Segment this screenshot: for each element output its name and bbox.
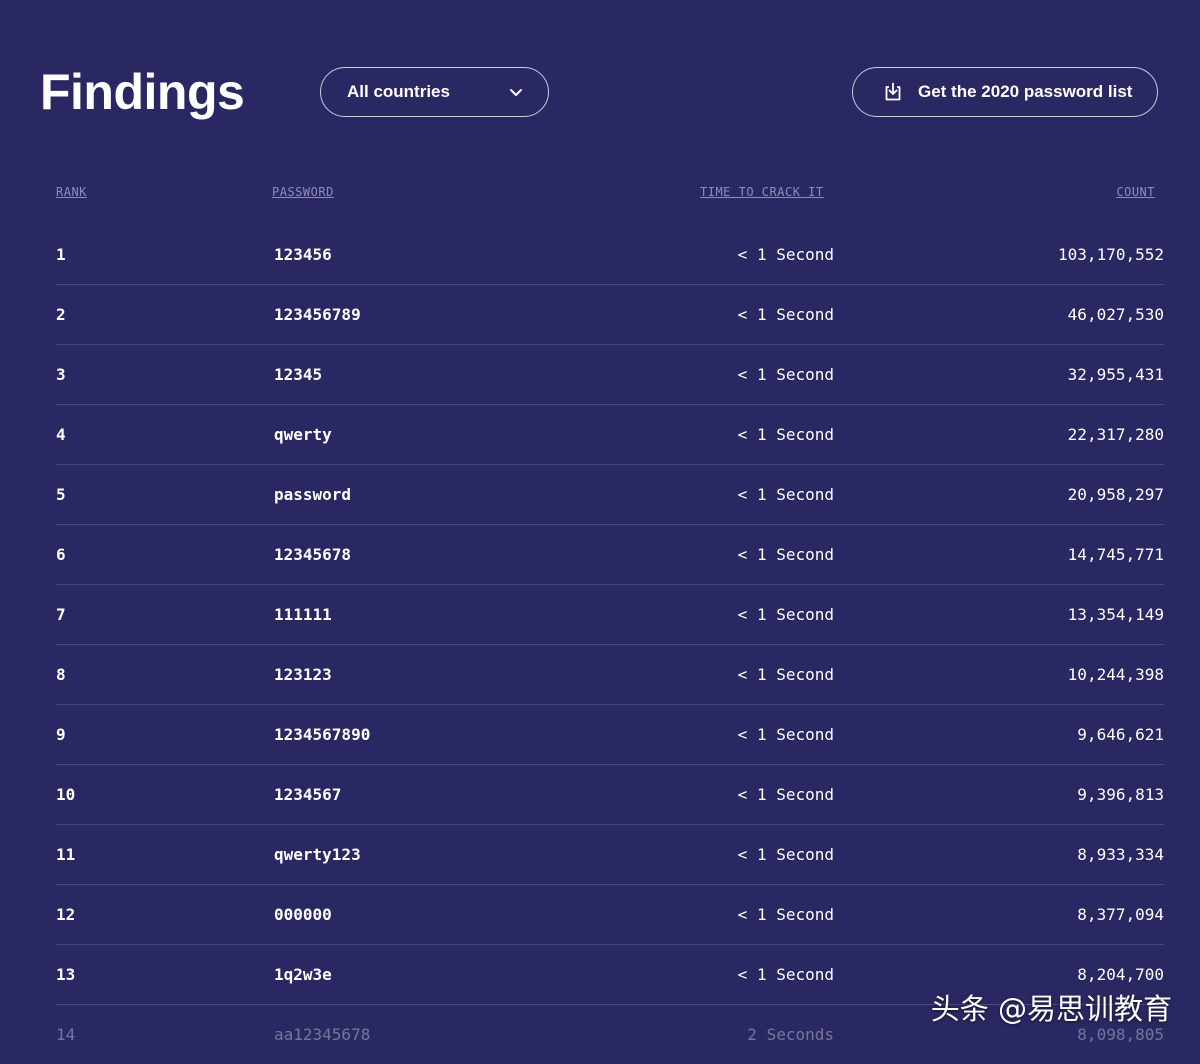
column-header-password[interactable]: PASSWORD xyxy=(272,185,334,199)
table-row: 2 123456789 < 1 Second 46,027,530 xyxy=(56,285,1164,345)
password-cell: 1q2w3e xyxy=(274,965,332,984)
page-title: Findings xyxy=(40,64,245,120)
password-cell: password xyxy=(274,485,352,504)
time-cell: < 1 Second xyxy=(737,785,834,804)
rank-cell: 4 xyxy=(56,425,66,444)
table-row: 5 password < 1 Second 20,958,297 xyxy=(56,465,1164,525)
download-button-label: Get the 2020 password list xyxy=(918,82,1133,101)
count-cell: 9,396,813 xyxy=(1077,785,1164,804)
table-row: 4 qwerty < 1 Second 22,317,280 xyxy=(56,405,1164,465)
time-cell: < 1 Second xyxy=(737,485,834,504)
table-row: 7 111111 < 1 Second 13,354,149 xyxy=(56,585,1164,645)
count-cell: 103,170,552 xyxy=(1058,245,1164,264)
count-cell: 10,244,398 xyxy=(1067,665,1164,684)
time-cell: 2 Seconds xyxy=(747,1025,834,1044)
download-password-list-button[interactable]: Get the 2020 password list xyxy=(852,67,1158,117)
rank-cell: 8 xyxy=(56,665,66,684)
rank-cell: 9 xyxy=(56,725,66,744)
time-cell: < 1 Second xyxy=(737,905,834,924)
rank-cell: 3 xyxy=(56,365,66,384)
table-row: 6 12345678 < 1 Second 14,745,771 xyxy=(56,525,1164,585)
count-cell: 8,204,700 xyxy=(1077,965,1164,984)
password-table: 1 123456 < 1 Second 103,170,552 2 123456… xyxy=(56,225,1164,1064)
rank-cell: 6 xyxy=(56,545,66,564)
table-row: 11 qwerty123 < 1 Second 8,933,334 xyxy=(56,825,1164,885)
count-cell: 22,317,280 xyxy=(1067,425,1164,444)
time-cell: < 1 Second xyxy=(737,605,834,624)
rank-cell: 14 xyxy=(56,1025,76,1044)
time-cell: < 1 Second xyxy=(737,305,834,324)
table-row: 10 1234567 < 1 Second 9,396,813 xyxy=(56,765,1164,825)
table-row: 9 1234567890 < 1 Second 9,646,621 xyxy=(56,705,1164,765)
table-row: 1 123456 < 1 Second 103,170,552 xyxy=(56,225,1164,285)
count-cell: 8,377,094 xyxy=(1077,905,1164,924)
password-cell: 000000 xyxy=(274,905,332,924)
time-cell: < 1 Second xyxy=(737,245,834,264)
count-cell: 13,354,149 xyxy=(1067,605,1164,624)
country-select-label: All countries xyxy=(347,82,450,101)
time-cell: < 1 Second xyxy=(737,965,834,984)
column-header-rank[interactable]: RANK xyxy=(56,185,87,199)
count-cell: 20,958,297 xyxy=(1067,485,1164,504)
password-cell: 111111 xyxy=(274,605,332,624)
table-row: 12 000000 < 1 Second 8,377,094 xyxy=(56,885,1164,945)
time-cell: < 1 Second xyxy=(737,845,834,864)
rank-cell: 5 xyxy=(56,485,66,504)
count-cell: 9,646,621 xyxy=(1077,725,1164,744)
rank-cell: 12 xyxy=(56,905,76,924)
count-cell: 8,933,334 xyxy=(1077,845,1164,864)
password-cell: aa12345678 xyxy=(274,1025,371,1044)
time-cell: < 1 Second xyxy=(737,725,834,744)
password-cell: 12345 xyxy=(274,365,323,384)
count-cell: 46,027,530 xyxy=(1067,305,1164,324)
password-cell: qwerty123 xyxy=(274,845,361,864)
table-row: 8 123123 < 1 Second 10,244,398 xyxy=(56,645,1164,705)
password-cell: 1234567 xyxy=(274,785,342,804)
column-header-time-to-crack[interactable]: TIME TO CRACK IT xyxy=(700,185,824,199)
password-cell: 1234567890 xyxy=(274,725,371,744)
count-cell: 32,955,431 xyxy=(1067,365,1164,384)
time-cell: < 1 Second xyxy=(737,545,834,564)
rank-cell: 11 xyxy=(56,845,76,864)
download-icon xyxy=(883,82,903,102)
rank-cell: 2 xyxy=(56,305,66,324)
time-cell: < 1 Second xyxy=(737,665,834,684)
password-cell: 123123 xyxy=(274,665,332,684)
rank-cell: 13 xyxy=(56,965,76,984)
count-cell: 14,745,771 xyxy=(1067,545,1164,564)
time-cell: < 1 Second xyxy=(737,365,834,384)
password-cell: 12345678 xyxy=(274,545,352,564)
rank-cell: 7 xyxy=(56,605,66,624)
rank-cell: 1 xyxy=(56,245,66,264)
time-cell: < 1 Second xyxy=(737,425,834,444)
password-cell: 123456789 xyxy=(274,305,361,324)
country-select[interactable]: All countries xyxy=(320,67,549,117)
password-cell: 123456 xyxy=(274,245,332,264)
password-cell: qwerty xyxy=(274,425,332,444)
chevron-down-icon xyxy=(510,89,522,96)
table-row: 3 12345 < 1 Second 32,955,431 xyxy=(56,345,1164,405)
rank-cell: 10 xyxy=(56,785,76,804)
watermark: 头条 @易思训教育 xyxy=(930,992,1172,1026)
column-header-count[interactable]: COUNT xyxy=(1116,185,1155,199)
